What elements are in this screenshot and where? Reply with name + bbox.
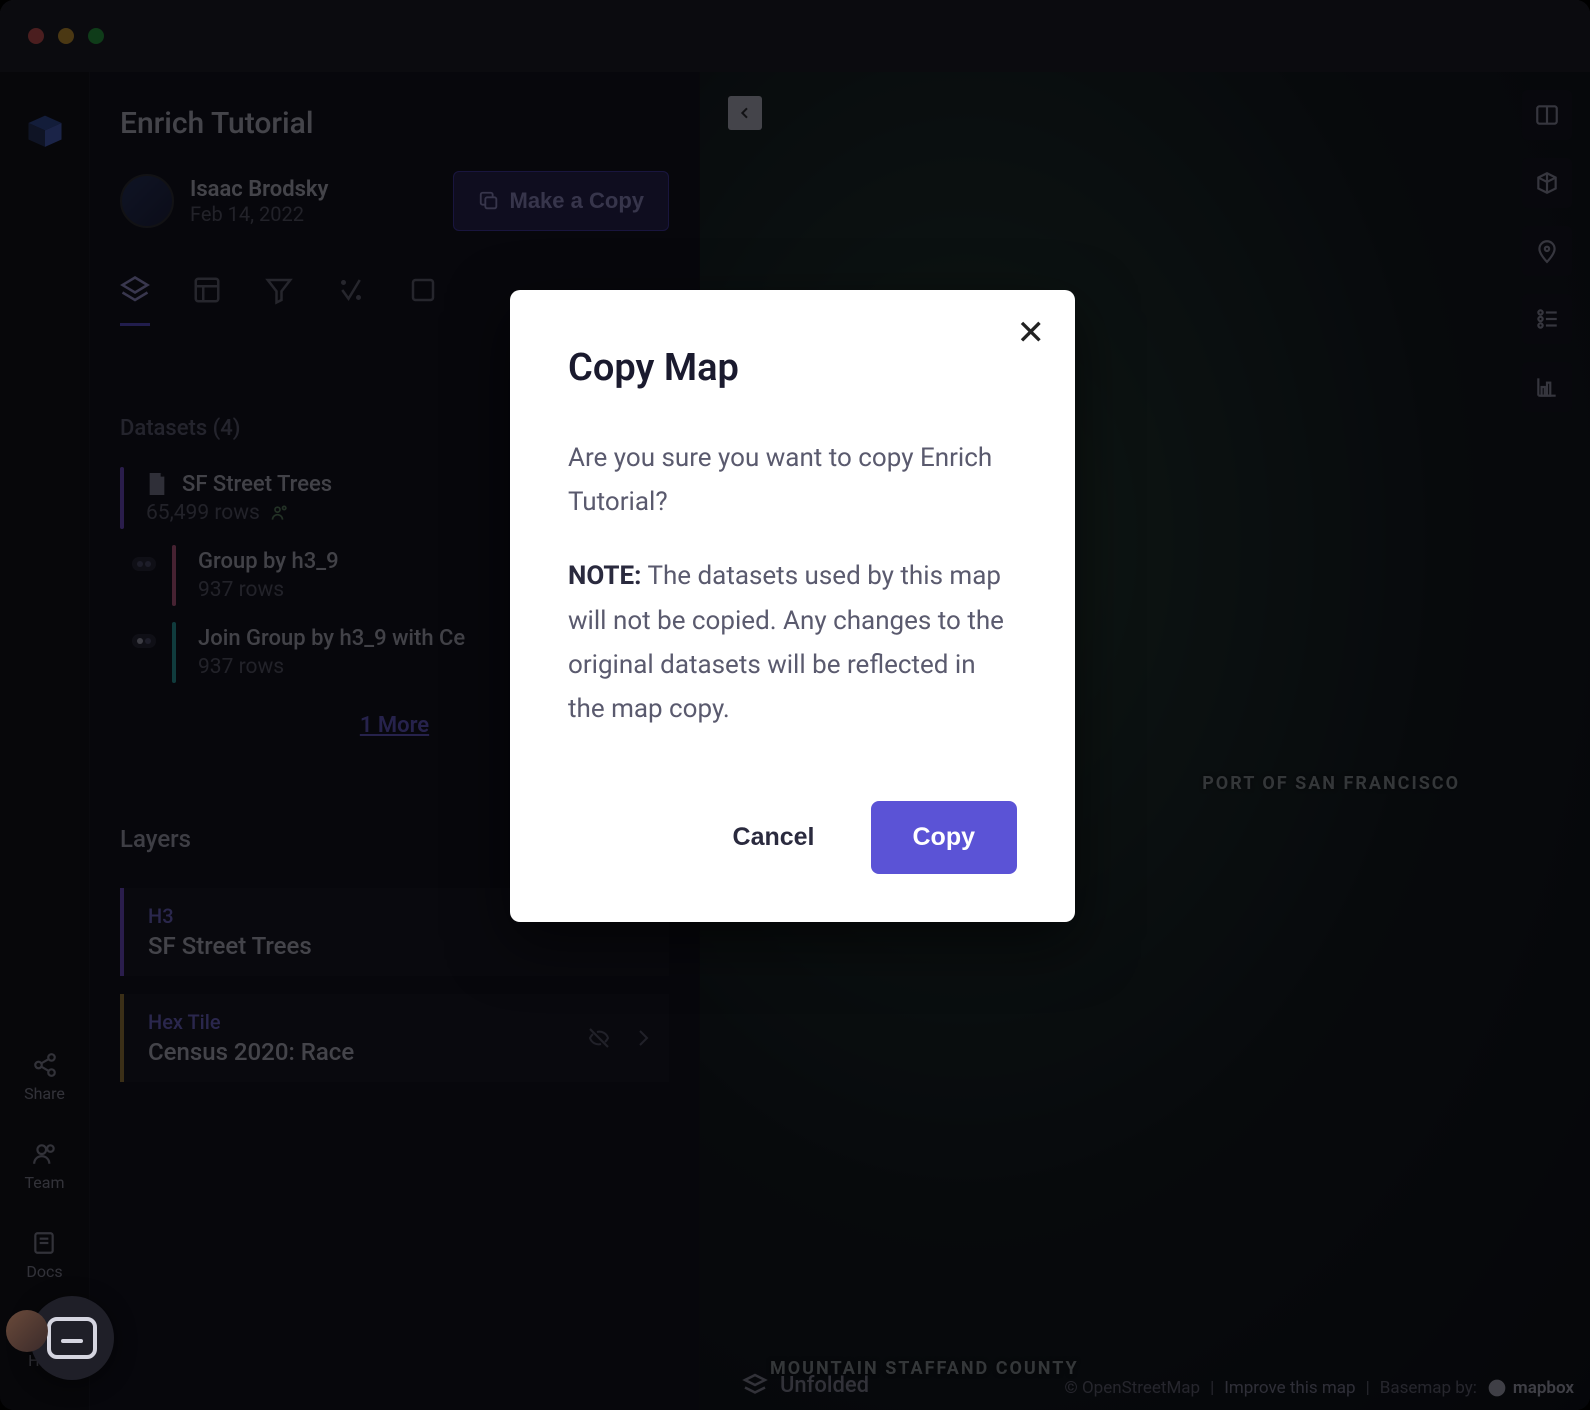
modal-note: NOTE: The datasets used by this map will… — [568, 554, 1017, 731]
modal-confirm-text: Are you sure you want to copy Enrich Tut… — [568, 436, 1017, 524]
copy-button[interactable]: Copy — [871, 801, 1018, 874]
presence-avatar[interactable] — [6, 1310, 48, 1352]
copy-map-modal: ✕ Copy Map Are you sure you want to copy… — [510, 290, 1075, 922]
modal-title: Copy Map — [568, 346, 1017, 390]
cancel-button[interactable]: Cancel — [691, 801, 857, 874]
chat-icon — [47, 1317, 97, 1359]
modal-close-button[interactable]: ✕ — [1017, 316, 1046, 350]
